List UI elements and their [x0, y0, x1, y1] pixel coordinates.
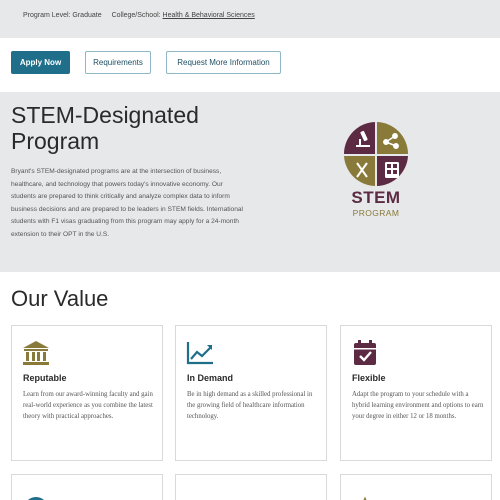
college-link[interactable]: Health & Behavioral Sciences [163, 12, 255, 19]
apply-now-button[interactable]: Apply Now [11, 51, 70, 74]
stem-logo-word: STEM [351, 188, 401, 207]
stem-title: STEM-Designated Program [11, 102, 199, 154]
stem-logo-icon [344, 122, 408, 186]
people-group-icon [186, 487, 214, 500]
program-meta-bar [0, 0, 500, 38]
card-text: Learn from our award-winning faculty and… [23, 391, 153, 420]
our-value-title: Our Value [11, 286, 109, 311]
calendar-check-icon [354, 340, 376, 365]
card-title: Reputable [23, 373, 67, 383]
value-card [11, 474, 163, 500]
stem-description: Bryant's STEM-designated programs are at… [11, 168, 244, 238]
smiley-icon [28, 497, 44, 500]
card-title: In Demand [187, 373, 234, 383]
card-title: Flexible [352, 373, 386, 383]
stem-logo-sub: PROGRAM [352, 208, 400, 218]
institution-icon [23, 341, 49, 365]
value-card-flexible: Flexible Adapt the program to your sched… [340, 325, 492, 461]
value-card-in-demand: In Demand Be in high demand as a skilled… [175, 325, 327, 461]
request-info-button[interactable]: Request More Information [166, 51, 281, 74]
card-text: Be in high demand as a skilled professio… [187, 391, 313, 420]
value-card-reputable: Reputable Learn from our award-winning f… [11, 325, 163, 461]
requirements-button[interactable]: Requirements [85, 51, 151, 74]
card-text: Adapt the program to your schedule with … [352, 391, 484, 420]
program-meta: Program Level: Graduate College/School: … [23, 12, 255, 19]
value-card [340, 474, 492, 500]
college-label: College/School: [111, 12, 161, 19]
star-icon [363, 496, 367, 500]
program-level: Program Level: Graduate [23, 12, 102, 19]
value-card [175, 474, 327, 500]
trend-chart-icon [186, 342, 213, 365]
